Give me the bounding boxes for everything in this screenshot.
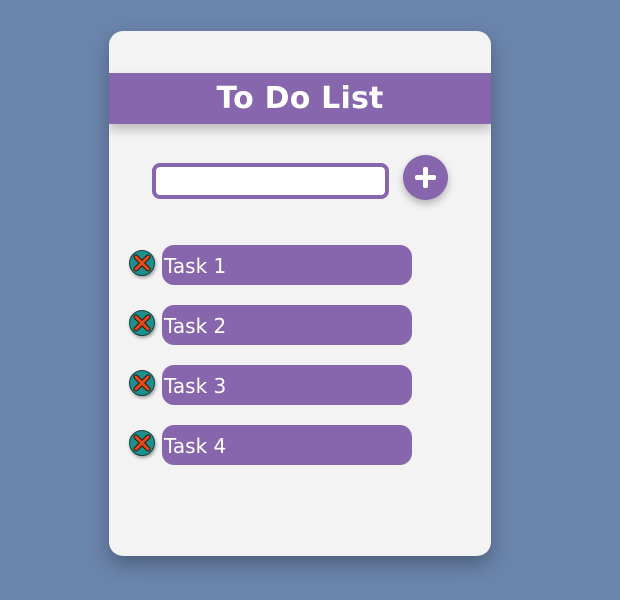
- x-icon: [133, 314, 151, 332]
- x-icon: [133, 434, 151, 452]
- x-icon: [133, 254, 151, 272]
- task-label[interactable]: Task 3: [162, 365, 412, 405]
- delete-task-button[interactable]: [129, 310, 155, 336]
- task-input[interactable]: [152, 163, 389, 199]
- header-bar: To Do List: [109, 73, 491, 124]
- list-item: Task 1: [129, 245, 413, 285]
- delete-task-button[interactable]: [129, 250, 155, 276]
- page-title: To Do List: [216, 81, 384, 116]
- add-task-button[interactable]: [403, 155, 448, 200]
- list-item: Task 4: [129, 425, 413, 465]
- list-item: Task 3: [129, 365, 413, 405]
- task-label[interactable]: Task 1: [162, 245, 412, 285]
- list-item: Task 2: [129, 305, 413, 345]
- x-icon: [133, 374, 151, 392]
- delete-task-button[interactable]: [129, 430, 155, 456]
- todo-card: To Do List Task 1 Task 2 Task 3 Task 4: [109, 31, 491, 556]
- task-label[interactable]: Task 4: [162, 425, 412, 465]
- task-label[interactable]: Task 2: [162, 305, 412, 345]
- delete-task-button[interactable]: [129, 370, 155, 396]
